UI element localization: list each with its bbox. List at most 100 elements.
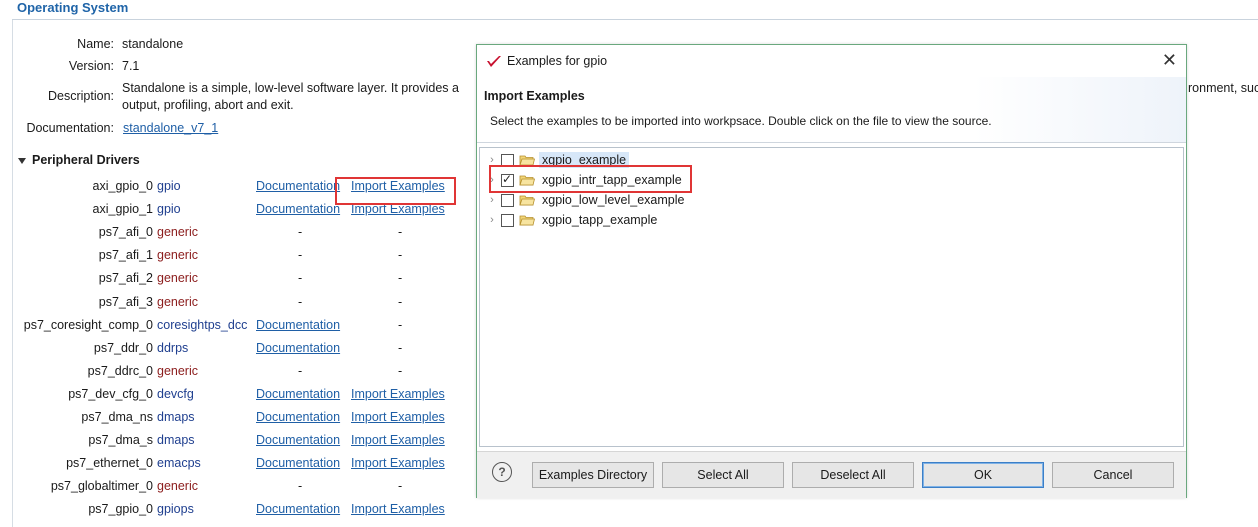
os-description-line1-tail: ronment, suc: [1188, 81, 1258, 95]
driver-row-documentation-empty: -: [298, 364, 303, 378]
dialog-footer: ? Examples Directory Select All Deselect…: [477, 451, 1186, 498]
driver-row-documentation-link[interactable]: Documentation: [256, 202, 340, 216]
driver-row-name: ps7_afi_1: [98, 248, 153, 262]
driver-row-name: ps7_ddrc_0: [87, 364, 153, 378]
driver-row-documentation-empty: -: [298, 295, 303, 309]
driver-row-driver: ddrps: [157, 341, 189, 355]
driver-row-name: ps7_dma_ns: [81, 410, 153, 424]
tree-item[interactable]: › xgpio_tapp_example: [480, 210, 660, 230]
driver-row-driver: devcfg: [157, 387, 194, 401]
os-description-line1: Standalone is a simple, low-level softwa…: [122, 81, 459, 95]
examples-dialog: Examples for gpio ✕ Import Examples Sele…: [476, 44, 1187, 498]
driver-row-name: axi_gpio_1: [92, 202, 153, 216]
driver-row-import-empty: -: [398, 225, 403, 239]
driver-row-name: ps7_gpio_0: [88, 502, 153, 516]
tree-item[interactable]: › xgpio_low_level_example: [480, 190, 687, 210]
driver-row-documentation-link[interactable]: Documentation: [256, 387, 340, 401]
driver-row-driver: generic: [157, 225, 198, 239]
driver-row-import-examples-link[interactable]: Import Examples: [351, 433, 445, 447]
driver-row-name: ps7_ethernet_0: [66, 456, 153, 470]
driver-row-import-empty: -: [398, 318, 403, 332]
driver-row-import-empty: -: [398, 248, 403, 262]
ok-button[interactable]: OK: [922, 462, 1044, 488]
driver-row-name: ps7_coresight_comp_0: [23, 318, 153, 332]
folder-icon: [519, 215, 535, 226]
driver-row-documentation-link[interactable]: Documentation: [256, 502, 340, 516]
dialog-header: Import Examples Select the examples to b…: [477, 77, 1186, 142]
dialog-title: Examples for gpio: [507, 54, 608, 68]
section-divider: [12, 19, 1258, 20]
help-icon[interactable]: ?: [492, 462, 512, 482]
example-checkbox[interactable]: [501, 193, 514, 207]
driver-row-driver: emacps: [157, 456, 201, 470]
driver-row-documentation-link[interactable]: Documentation: [256, 318, 340, 332]
driver-row-name: ps7_afi_3: [98, 295, 153, 309]
expand-arrow-icon[interactable]: [18, 157, 26, 164]
driver-row-documentation-link[interactable]: Documentation: [256, 179, 340, 193]
os-name-label: Name:: [77, 37, 114, 51]
driver-row-driver: gpiops: [157, 502, 194, 516]
os-documentation-label: Documentation:: [26, 121, 114, 135]
tree-item-label: xgpio_tapp_example: [542, 213, 658, 227]
header-divider: [477, 142, 1186, 143]
driver-row-driver: coresightps_dcc: [157, 318, 248, 332]
driver-row-import-empty: -: [398, 479, 403, 493]
driver-row-name: ps7_afi_0: [98, 225, 153, 239]
examples-directory-button[interactable]: Examples Directory: [532, 462, 654, 488]
select-all-button[interactable]: Select All: [662, 462, 784, 488]
section-title-operating-system: Operating System: [17, 0, 129, 15]
folder-icon: [519, 195, 535, 206]
driver-row-documentation-empty: -: [298, 248, 303, 262]
driver-row-import-empty: -: [398, 341, 403, 355]
tree-item-label: xgpio_low_level_example: [542, 193, 685, 207]
driver-row-documentation-empty: -: [298, 225, 303, 239]
driver-row-documentation-empty: -: [298, 271, 303, 285]
os-documentation-link[interactable]: standalone_v7_1: [123, 121, 218, 135]
expand-chevron-icon[interactable]: ›: [485, 194, 499, 206]
driver-row-documentation-empty: -: [298, 479, 303, 493]
driver-row-driver: generic: [157, 295, 198, 309]
driver-row-name: ps7_dma_s: [88, 433, 153, 447]
highlight-box-import-examples: [335, 177, 456, 205]
driver-row-import-examples-link[interactable]: Import Examples: [351, 456, 445, 470]
driver-row-name: ps7_globaltimer_0: [50, 479, 153, 493]
expand-chevron-icon[interactable]: ›: [485, 214, 499, 226]
driver-row-driver: dmaps: [157, 410, 195, 424]
driver-row-name: ps7_dev_cfg_0: [68, 387, 153, 401]
driver-row-import-empty: -: [398, 364, 403, 378]
driver-row-name: axi_gpio_0: [92, 179, 153, 193]
driver-row-driver: generic: [157, 364, 198, 378]
os-version-label: Version:: [68, 59, 114, 73]
dialog-header-title: Import Examples: [484, 89, 585, 103]
driver-row-documentation-link[interactable]: Documentation: [256, 410, 340, 424]
example-checkbox[interactable]: [501, 213, 514, 227]
driver-row-import-examples-link[interactable]: Import Examples: [351, 502, 445, 516]
driver-row-import-examples-link[interactable]: Import Examples: [351, 387, 445, 401]
xilinx-logo-icon: [487, 56, 501, 67]
dialog-header-description: Select the examples to be imported into …: [490, 114, 992, 128]
highlight-box-checked-example: [489, 165, 692, 193]
driver-row-driver: dmaps: [157, 433, 195, 447]
driver-row-import-empty: -: [398, 271, 403, 285]
os-description-line2: output, profiling, abort and exit.: [122, 98, 294, 112]
driver-row-import-examples-link[interactable]: Import Examples: [351, 410, 445, 424]
driver-row-driver: generic: [157, 479, 198, 493]
os-version-value: 7.1: [122, 59, 140, 73]
driver-row-documentation-link[interactable]: Documentation: [256, 433, 340, 447]
cancel-button[interactable]: Cancel: [1052, 462, 1174, 488]
driver-row-import-empty: -: [398, 295, 403, 309]
driver-row-driver: generic: [157, 248, 198, 262]
driver-row-documentation-link[interactable]: Documentation: [256, 341, 340, 355]
driver-row-name: ps7_ddr_0: [93, 341, 153, 355]
driver-row-driver: generic: [157, 271, 198, 285]
peripheral-drivers-header[interactable]: Peripheral Drivers: [18, 153, 140, 167]
dialog-titlebar: Examples for gpio ✕: [477, 45, 1186, 77]
os-description-label: Description:: [48, 89, 114, 103]
close-icon[interactable]: ✕: [1162, 50, 1177, 71]
driver-row-name: ps7_afi_2: [98, 271, 153, 285]
deselect-all-button[interactable]: Deselect All: [792, 462, 914, 488]
peripheral-drivers-title: Peripheral Drivers: [32, 153, 140, 167]
driver-row-documentation-link[interactable]: Documentation: [256, 456, 340, 470]
driver-row-driver: gpio: [157, 202, 181, 216]
driver-row-driver: gpio: [157, 179, 181, 193]
